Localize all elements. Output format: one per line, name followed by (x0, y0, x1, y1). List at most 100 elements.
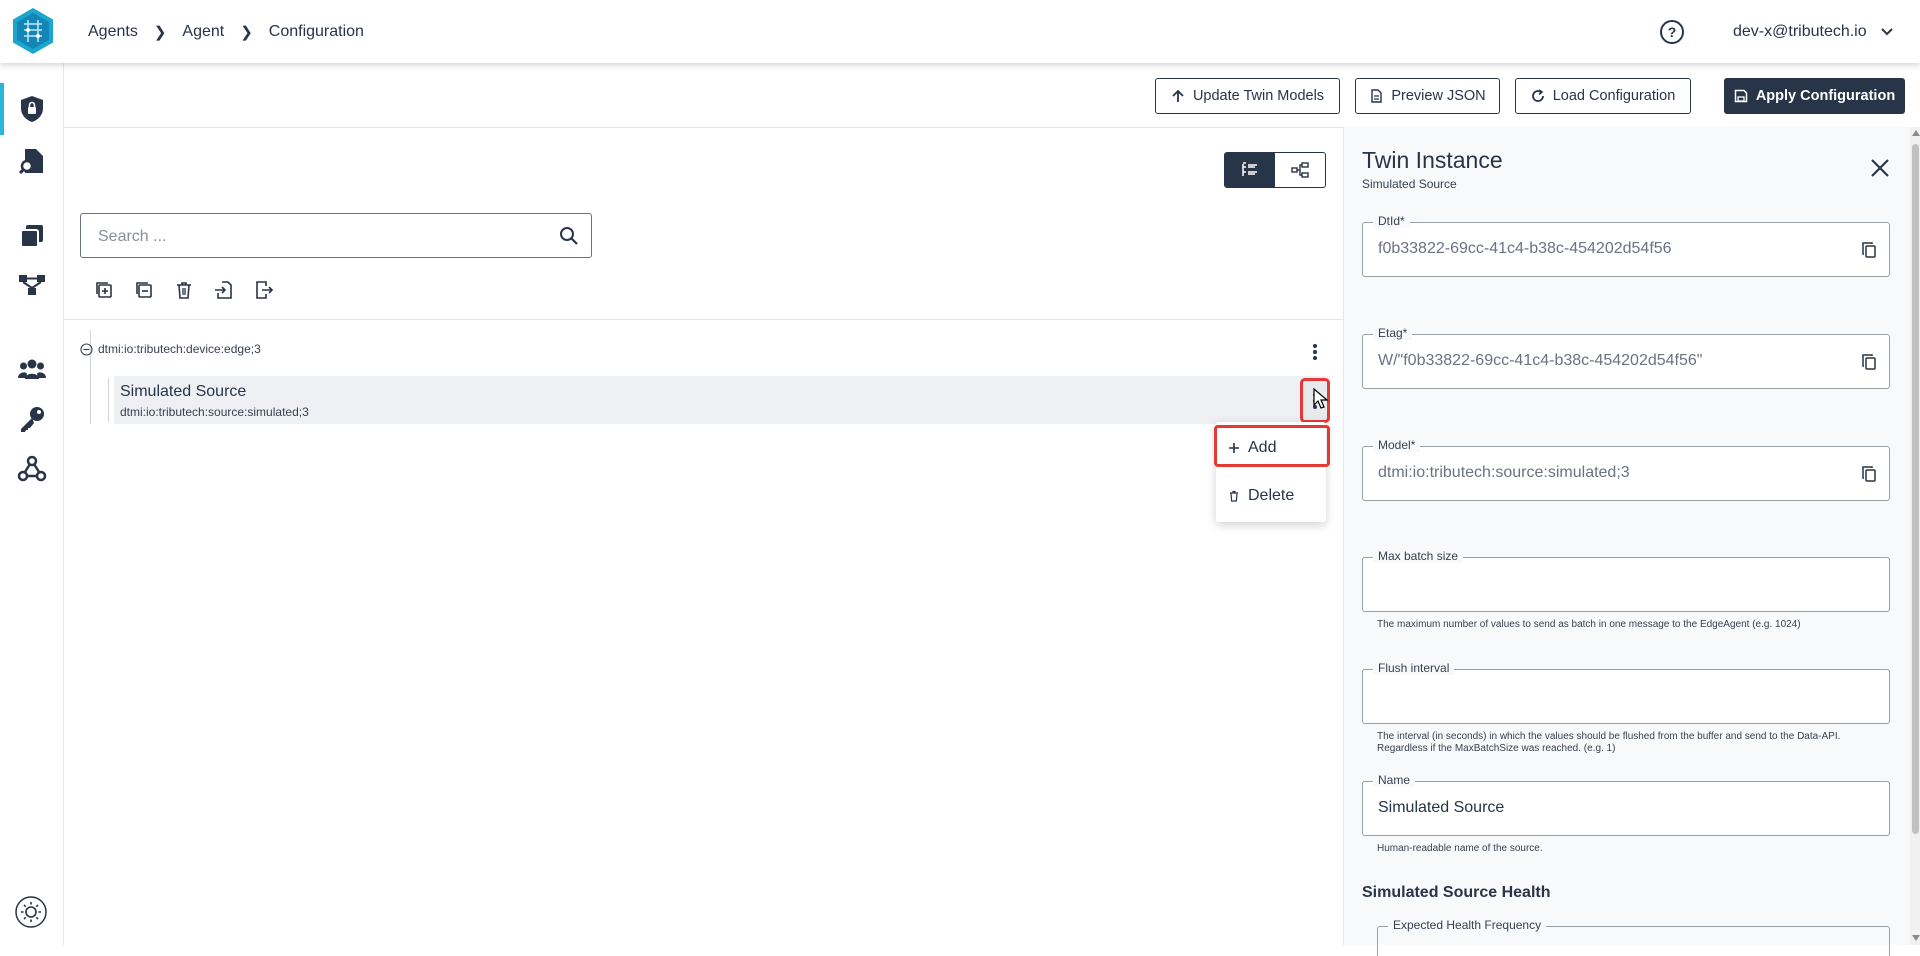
panel-title: Twin Instance (1362, 147, 1503, 173)
chevron-right-icon: ❯ (153, 23, 167, 41)
scroll-down-icon[interactable] (1912, 935, 1920, 941)
graph-view-button[interactable] (1275, 153, 1325, 187)
scroll-up-icon[interactable] (1912, 130, 1920, 136)
stack-icon (19, 225, 43, 248)
copy-icon[interactable] (1861, 465, 1877, 483)
chevron-right-icon: ❯ (240, 23, 253, 41)
sidebar-item-security[interactable] (0, 83, 63, 135)
breadcrumb-agent[interactable]: Agent (182, 23, 224, 41)
expected-health-frequency-field[interactable]: Expected Health Frequency (1377, 918, 1890, 956)
sidebar (0, 63, 64, 945)
dtid-label: DtId* (1373, 214, 1410, 228)
tree-guide-line (108, 378, 109, 422)
more-vertical-icon[interactable] (1307, 342, 1323, 362)
help-icon[interactable]: ? (1659, 19, 1685, 45)
sidebar-item-keys[interactable] (0, 393, 63, 445)
twin-instance-panel: Twin Instance Simulated Source DtId* f0b… (1343, 127, 1920, 956)
flush-interval-label: Flush interval (1373, 661, 1455, 675)
max-batch-size-label: Max batch size (1373, 549, 1464, 563)
view-toggle (1224, 152, 1326, 188)
flush-interval-helper: The interval (in seconds) in which the v… (1377, 731, 1841, 754)
max-batch-size-helper: The maximum number of values to send as … (1377, 619, 1801, 630)
etag-label: Etag* (1373, 326, 1413, 340)
sidebar-item-webhooks[interactable] (0, 443, 63, 495)
model-field[interactable]: Model* dtmi:io:tributech:source:simulate… (1362, 438, 1890, 501)
panel-subtitle: Simulated Source (1362, 177, 1457, 191)
load-configuration-label: Load Configuration (1552, 88, 1676, 104)
divider (64, 319, 1344, 320)
collapse-node-icon[interactable] (80, 342, 93, 356)
search-input[interactable] (96, 214, 540, 259)
sidebar-item-files[interactable] (0, 135, 63, 187)
panel-scrollbar[interactable] (1910, 127, 1920, 945)
breadcrumb-agents[interactable]: Agents (88, 23, 138, 41)
top-bar: Agents ❯ Agent ❯ Configuration ? dev-x@t… (0, 0, 1920, 63)
user-email: dev-x@tributech.io (1733, 22, 1867, 40)
etag-value: W/"f0b33822-69cc-41c4-b38c-454202d54f56" (1378, 352, 1703, 369)
name-label: Name (1373, 773, 1416, 787)
hierarchy-icon (1291, 162, 1309, 178)
copy-icon[interactable] (1861, 241, 1877, 259)
flush-interval-field[interactable]: Flush interval (1362, 661, 1890, 724)
breadcrumb-configuration: Configuration (268, 22, 364, 40)
model-value: dtmi:io:tributech:source:simulated;3 (1378, 464, 1630, 481)
workflow-icon (18, 275, 45, 295)
key-icon (20, 407, 44, 432)
export-icon[interactable] (254, 280, 274, 300)
scrollbar-thumb[interactable] (1912, 144, 1919, 834)
expand-all-icon[interactable] (94, 280, 114, 300)
refresh-icon (1531, 89, 1544, 102)
tree-node-title: Simulated Source (120, 383, 247, 400)
theme-toggle-sun-icon[interactable] (14, 895, 48, 929)
name-helper: Human-readable name of the source. (1377, 843, 1543, 854)
save-icon (1734, 89, 1748, 103)
chevron-down-icon (1880, 23, 1893, 41)
menu-item-delete-label: Delete (1248, 487, 1295, 504)
model-label: Model* (1373, 438, 1421, 452)
max-batch-size-field[interactable]: Max batch size (1362, 549, 1890, 612)
sidebar-item-stack[interactable] (0, 210, 63, 262)
health-section-title: Simulated Source Health (1362, 884, 1551, 901)
update-twin-models-label: Update Twin Models (1192, 88, 1325, 104)
tree-node-simulated-source[interactable]: Simulated Source dtmi:io:tributech:sourc… (114, 376, 1330, 424)
tree-root-label: dtmi:io:tributech:device:edge;3 (98, 342, 261, 356)
file-search-icon (18, 149, 43, 175)
apply-configuration-button[interactable]: Apply Configuration (1724, 78, 1905, 114)
import-icon[interactable] (214, 280, 234, 300)
tree-node-root[interactable]: dtmi:io:tributech:device:edge;3 (80, 342, 261, 356)
highlight-box (1214, 425, 1330, 467)
tree-actions (94, 280, 274, 300)
preview-json-label: Preview JSON (1391, 88, 1486, 104)
load-configuration-button[interactable]: Load Configuration (1515, 78, 1691, 114)
sidebar-item-workflow[interactable] (0, 259, 63, 311)
dtid-field[interactable]: DtId* f0b33822-69cc-41c4-b38c-454202d54f… (1362, 214, 1890, 277)
trash-icon[interactable] (174, 280, 194, 300)
copy-icon[interactable] (1861, 353, 1877, 371)
user-menu[interactable]: dev-x@tributech.io (1733, 0, 1893, 63)
users-icon (17, 359, 46, 379)
apply-configuration-label: Apply Configuration (1755, 88, 1896, 104)
tributech-logo-icon[interactable] (8, 6, 58, 56)
search-icon[interactable] (559, 226, 579, 246)
dtid-value: f0b33822-69cc-41c4-b38c-454202d54f56 (1378, 240, 1672, 257)
tree-node-subtitle: dtmi:io:tributech:source:simulated;3 (120, 405, 309, 419)
shield-lock-icon (20, 96, 43, 122)
search-field (80, 213, 592, 259)
webhook-icon (17, 455, 46, 482)
etag-field[interactable]: Etag* W/"f0b33822-69cc-41c4-b38c-454202d… (1362, 326, 1890, 389)
list-tree-icon (1242, 162, 1257, 176)
update-twin-models-button[interactable]: Update Twin Models (1155, 78, 1340, 114)
breadcrumb: Agents ❯ Agent ❯ Configuration (88, 0, 364, 63)
tree-view-button[interactable] (1225, 153, 1275, 187)
close-icon[interactable] (1869, 157, 1891, 179)
sidebar-item-users[interactable] (0, 343, 63, 395)
file-icon (1371, 89, 1383, 103)
action-toolbar: Update Twin Models Preview JSON Load Con… (64, 63, 1920, 128)
name-field[interactable]: Name Simulated Source (1362, 773, 1890, 836)
preview-json-button[interactable]: Preview JSON (1355, 78, 1500, 114)
trash-icon (1230, 490, 1238, 502)
svg-text:?: ? (1668, 24, 1677, 40)
mouse-cursor-icon (1313, 388, 1329, 409)
menu-item-delete[interactable]: Delete (1216, 476, 1326, 516)
collapse-all-icon[interactable] (134, 280, 154, 300)
